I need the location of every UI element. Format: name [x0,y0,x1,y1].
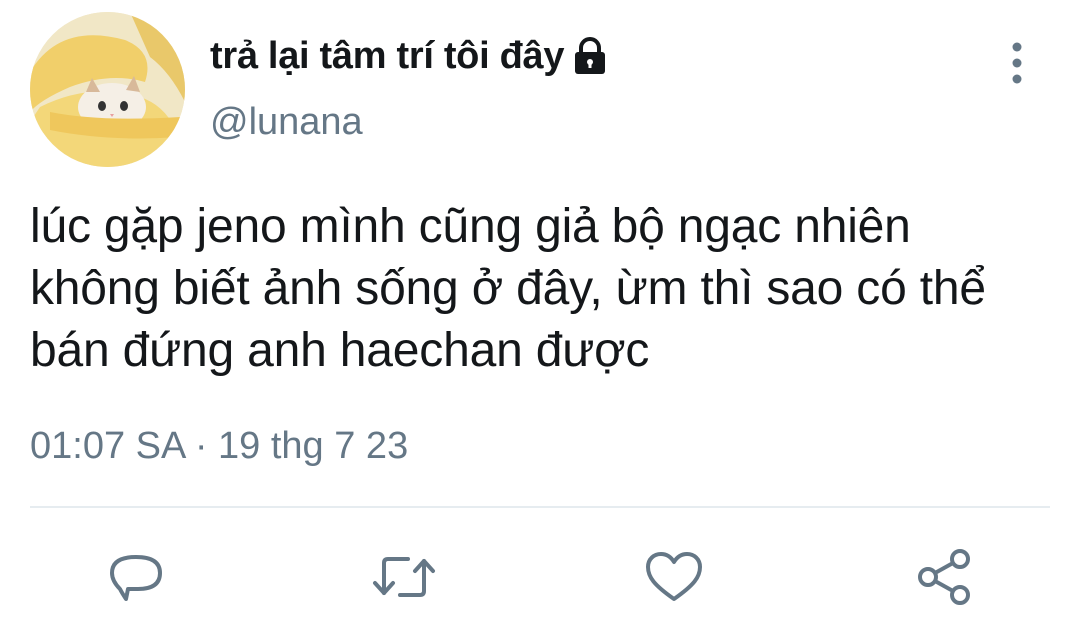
tweet-text: lúc gặp jeno mình cũng giả bộ ngạc nhiên… [30,200,986,377]
vertical-dots-icon [1012,42,1022,84]
tweet-time: 01:07 SA [30,425,185,467]
lock-icon [572,36,608,76]
tweet-timestamp[interactable]: 01:07 SA · 19 thg 7 23 [30,422,408,470]
speech-bubble-icon [110,555,162,601]
like-button[interactable] [642,545,706,609]
more-options-button[interactable] [992,38,1042,88]
tweet-date: 19 thg 7 23 [218,425,409,467]
timestamp-separator: · [194,425,208,467]
display-name[interactable]: trả lại tâm trí tôi đây [210,32,608,80]
divider [30,506,1050,508]
avatar[interactable] [30,12,185,167]
reply-button[interactable] [104,545,168,609]
share-button[interactable] [912,545,976,609]
display-name-text: trả lại tâm trí tôi đây [210,35,565,77]
heart-icon [646,552,702,601]
retweet-button[interactable] [372,545,436,609]
retweet-icon [373,557,435,597]
share-icon [918,549,970,605]
user-handle[interactable]: @lunana [210,98,363,146]
